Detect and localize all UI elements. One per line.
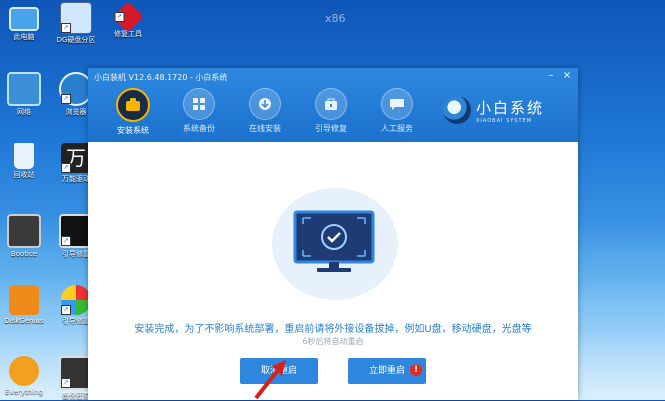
desktop-icon-partition[interactable]: ↗ DG硬盘分区 (52, 2, 100, 45)
install-system-icon (116, 88, 150, 122)
computer-icon (9, 7, 39, 31)
driver-icon: 万 ↗ (61, 143, 91, 173)
nav-install-system[interactable]: 安装系统 (100, 88, 166, 136)
monitor-checkmark-icon (293, 210, 375, 272)
logo-subtitle: XIAOBAI SYSTEM (476, 117, 533, 124)
partition-tool-icon: ↗ (60, 2, 92, 34)
install-complete-message: 安装完成，为了不影响系统部署，重启前请将外接设备拔掉，例如U盘，移动硬盘，光盘等 (134, 324, 532, 335)
desktop-icon-computer[interactable]: 此电脑 (0, 2, 48, 42)
recycle-bin-icon (14, 143, 34, 169)
network-icon (7, 72, 41, 106)
nav-system-backup[interactable]: 系统备份 (166, 88, 232, 136)
red-arrow-icon (254, 360, 286, 400)
nav-online-install[interactable]: 在线安装 (232, 88, 298, 136)
alert-badge: ! (410, 364, 422, 376)
desktop-icon-repair[interactable]: ↗ 修复工具 (104, 1, 152, 39)
logo-name: 小白系统 (476, 98, 545, 117)
desktop-icon-everything[interactable]: Everything (0, 356, 48, 397)
window-titlebar: 小白装机 V12.6.48.1720 - 小白系统 – × 安装系统 系统备份 (88, 68, 578, 142)
desktop-icon-diskgenius[interactable]: DiskGenius (0, 285, 48, 326)
restart-now-button[interactable]: 立即重启 ! (348, 358, 426, 384)
minimize-button[interactable]: – (544, 70, 558, 82)
logo-icon (443, 96, 471, 124)
desktop-icon-network[interactable]: 网络 (0, 72, 48, 117)
window-title: 小白装机 V12.6.48.1720 - 小白系统 (94, 73, 228, 82)
chat-service-icon (381, 88, 413, 120)
diskgenius-icon (9, 285, 39, 315)
nav-bar: 安装系统 系统备份 在线安装 引导修复 人工服务 (100, 88, 430, 136)
main-content: 安装完成，为了不影响系统部署，重启前请将外接设备拔掉，例如U盘，移动硬盘，光盘等… (88, 142, 578, 400)
brand-logo: 小白系统 XIAOBAI SYSTEM (443, 96, 544, 124)
nav-chat-service[interactable]: 人工服务 (364, 88, 430, 136)
everything-icon (9, 356, 39, 386)
watermark: x86 (325, 12, 346, 25)
bootice-icon (7, 214, 41, 248)
nav-boot-repair[interactable]: 引导修复 (298, 88, 364, 136)
online-install-icon (249, 88, 281, 120)
repair-tool-icon: ↗ (112, 1, 144, 33)
installer-window: 小白装机 V12.6.48.1720 - 小白系统 – × 安装系统 系统备份 (88, 68, 578, 400)
boot-repair-icon (315, 88, 347, 120)
countdown-text: 6秒后将自动重启 (302, 337, 364, 346)
desktop-icon-bootice[interactable]: Bootice (0, 214, 48, 259)
pinwheel-icon: ↗ (61, 285, 91, 315)
desktop-icon-recycle-bin[interactable]: 回收站 (0, 143, 48, 180)
restart-now-label: 立即重启 (368, 366, 405, 376)
close-button[interactable]: × (560, 70, 574, 82)
backup-system-icon (183, 88, 215, 120)
